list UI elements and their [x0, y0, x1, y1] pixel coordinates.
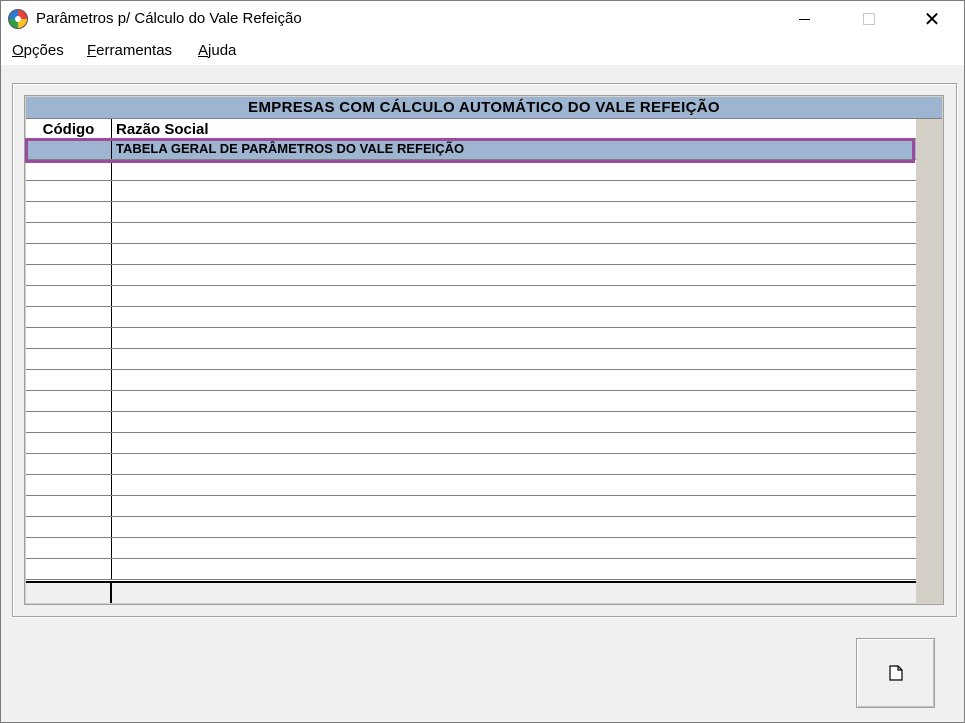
cell-codigo[interactable]: [26, 538, 112, 558]
cell-codigo[interactable]: [26, 307, 112, 327]
table-row[interactable]: TABELA GERAL DE PARÂMETROS DO VALE REFEI…: [26, 139, 916, 160]
table-row[interactable]: [26, 223, 916, 244]
table-row[interactable]: [26, 307, 916, 328]
cell-razao-social[interactable]: [112, 517, 916, 537]
table-row[interactable]: [26, 538, 916, 559]
grid-footer-row: [26, 581, 916, 603]
cell-codigo[interactable]: [26, 391, 112, 411]
cell-codigo[interactable]: [26, 244, 112, 264]
table-row[interactable]: [26, 412, 916, 433]
minimize-button[interactable]: [781, 1, 827, 37]
cell-razao-social[interactable]: [112, 454, 916, 474]
main-window: Parâmetros p/ Cálculo do Vale Refeição ✕…: [0, 0, 965, 723]
grid-body[interactable]: Código Razão Social TABELA GERAL DE PARÂ…: [26, 119, 916, 603]
cell-codigo[interactable]: [26, 559, 112, 579]
window-title: Parâmetros p/ Cálculo do Vale Refeição: [36, 10, 302, 27]
cell-codigo[interactable]: [26, 139, 112, 159]
cell-razao-social[interactable]: [112, 160, 916, 180]
cell-codigo[interactable]: [26, 412, 112, 432]
cell-codigo[interactable]: [26, 265, 112, 285]
footer-cell-codigo: [26, 583, 112, 603]
cell-codigo[interactable]: [26, 286, 112, 306]
title-bar[interactable]: Parâmetros p/ Cálculo do Vale Refeição ✕: [1, 1, 964, 37]
cell-razao-social[interactable]: [112, 223, 916, 243]
cell-codigo[interactable]: [26, 328, 112, 348]
cell-razao-social[interactable]: [112, 202, 916, 222]
maximize-button[interactable]: [846, 1, 892, 37]
cell-razao-social[interactable]: [112, 433, 916, 453]
grid-title: EMPRESAS COM CÁLCULO AUTOMÁTICO DO VALE …: [26, 97, 942, 119]
table-row[interactable]: [26, 181, 916, 202]
menu-ajuda[interactable]: Ajuda: [198, 42, 236, 59]
cell-razao-social[interactable]: [112, 286, 916, 306]
cell-razao-social[interactable]: [112, 475, 916, 495]
cell-codigo[interactable]: [26, 223, 112, 243]
table-row[interactable]: [26, 454, 916, 475]
app-logo-icon: [8, 9, 28, 29]
new-document-icon: [888, 665, 903, 681]
table-row[interactable]: [26, 370, 916, 391]
menu-bar: Opções Ferramentas Ajuda: [1, 37, 964, 65]
cell-codigo[interactable]: [26, 454, 112, 474]
table-row[interactable]: [26, 160, 916, 181]
new-record-button[interactable]: [856, 638, 935, 708]
cell-razao-social[interactable]: [112, 538, 916, 558]
cell-codigo[interactable]: [26, 370, 112, 390]
table-row[interactable]: [26, 517, 916, 538]
cell-codigo[interactable]: [26, 202, 112, 222]
cell-razao-social[interactable]: [112, 307, 916, 327]
menu-opcoes[interactable]: Opções: [12, 42, 64, 59]
companies-grid[interactable]: EMPRESAS COM CÁLCULO AUTOMÁTICO DO VALE …: [24, 95, 944, 605]
column-header-codigo[interactable]: Código: [26, 119, 112, 139]
close-icon: ✕: [923, 8, 941, 31]
cell-codigo[interactable]: [26, 349, 112, 369]
cell-codigo[interactable]: [26, 475, 112, 495]
cell-razao-social[interactable]: [112, 370, 916, 390]
cell-razao-social[interactable]: [112, 412, 916, 432]
table-row[interactable]: [26, 349, 916, 370]
table-row[interactable]: [26, 433, 916, 454]
menu-ferramentas[interactable]: Ferramentas: [87, 42, 172, 59]
table-row[interactable]: [26, 328, 916, 349]
cell-codigo[interactable]: [26, 496, 112, 516]
maximize-icon: [863, 13, 875, 25]
cell-razao-social[interactable]: [112, 496, 916, 516]
minimize-icon: [798, 18, 810, 20]
table-row[interactable]: [26, 286, 916, 307]
cell-razao-social[interactable]: TABELA GERAL DE PARÂMETROS DO VALE REFEI…: [112, 139, 916, 159]
cell-codigo[interactable]: [26, 181, 112, 201]
footer-cell-razao-social: [112, 583, 916, 603]
cell-razao-social[interactable]: [112, 181, 916, 201]
cell-razao-social[interactable]: [112, 265, 916, 285]
cell-razao-social[interactable]: [112, 559, 916, 579]
cell-razao-social[interactable]: [112, 391, 916, 411]
cell-codigo[interactable]: [26, 517, 112, 537]
table-row[interactable]: [26, 559, 916, 580]
cell-codigo[interactable]: [26, 160, 112, 180]
table-row[interactable]: [26, 496, 916, 517]
table-row[interactable]: [26, 265, 916, 286]
cell-codigo[interactable]: [26, 433, 112, 453]
cell-razao-social[interactable]: [112, 328, 916, 348]
table-row[interactable]: [26, 475, 916, 496]
cell-razao-social[interactable]: [112, 349, 916, 369]
cell-razao-social[interactable]: [112, 244, 916, 264]
close-button[interactable]: ✕: [909, 1, 955, 37]
table-row[interactable]: [26, 202, 916, 223]
table-row[interactable]: [26, 391, 916, 412]
table-row[interactable]: [26, 244, 916, 265]
column-header-razao-social[interactable]: Razão Social: [112, 119, 916, 139]
